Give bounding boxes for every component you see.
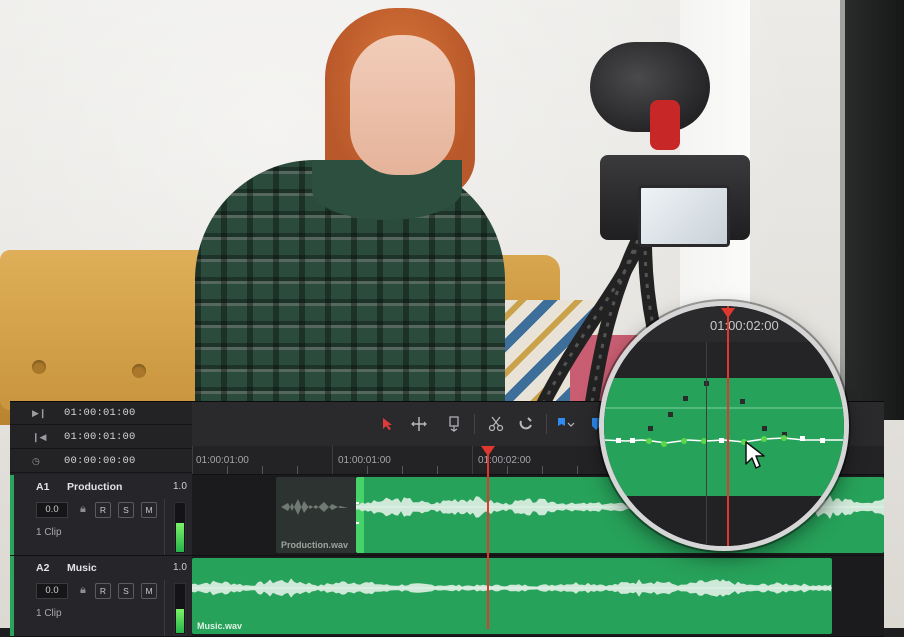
- next-clip-icon[interactable]: ▶❙: [32, 408, 50, 419]
- mute-button[interactable]: M: [141, 502, 157, 518]
- playhead[interactable]: [487, 446, 489, 629]
- window-shadow: [845, 0, 904, 420]
- ruler-label: 01:00:01:00: [338, 455, 391, 466]
- audio-level-meter: [174, 502, 186, 554]
- person-face: [350, 35, 455, 175]
- meter-fill: [176, 523, 184, 552]
- track-id: A2: [36, 562, 50, 574]
- lock-icon[interactable]: 🔒︎: [80, 503, 86, 516]
- clip-count: 1 Clip: [36, 527, 62, 538]
- trim-bracket-icon[interactable]: [356, 501, 362, 525]
- track-header-a2[interactable]: A2 Music 1.0 0.0 🔒︎ R S M 1 Clip: [10, 556, 192, 637]
- trim-icon[interactable]: [407, 412, 431, 436]
- ruler-label: 01:00:01:00: [196, 455, 249, 466]
- clock-icon[interactable]: ◷: [32, 456, 50, 467]
- meter-fill: [176, 609, 184, 633]
- ruler-minor-tick: [507, 466, 508, 474]
- magnified-track-gap: [604, 342, 844, 378]
- ruler-major-tick: [332, 446, 333, 474]
- mouse-pointer-icon: [745, 441, 765, 469]
- header-divider: [164, 499, 165, 555]
- timecode-row: ▶❙ 01:00:01:00: [10, 402, 192, 425]
- timecode-row: ❙◀ 01:00:01:00: [10, 426, 192, 449]
- timecode-value: 00:00:00:00: [64, 455, 136, 467]
- track-color-indicator: [10, 475, 14, 555]
- timecode-row: ◷ 00:00:00:00: [10, 450, 192, 473]
- track-color-indicator: [10, 556, 14, 636]
- track-name[interactable]: Production: [67, 481, 122, 493]
- track-volume: 1.0: [173, 562, 187, 573]
- ruler-minor-tick: [437, 466, 438, 474]
- audio-clip-music[interactable]: Music.wav: [192, 558, 832, 634]
- record-arm-button[interactable]: R: [95, 502, 111, 518]
- blade-insert-icon[interactable]: [442, 412, 466, 436]
- flag-icon[interactable]: [554, 412, 578, 436]
- camera-screen: [638, 185, 730, 247]
- sofa-button: [132, 364, 146, 378]
- ruler-minor-tick: [262, 466, 263, 474]
- clip-count: 1 Clip: [36, 608, 62, 619]
- track-level-field[interactable]: 0.0: [36, 583, 68, 599]
- zoom-magnifier: 01:00:02:00: [604, 306, 844, 546]
- keyframe-curve[interactable]: [604, 378, 844, 496]
- clip-name: Production.wav: [281, 540, 349, 550]
- mute-button[interactable]: M: [141, 583, 157, 599]
- track-name[interactable]: Music: [67, 562, 97, 574]
- track-lane-a2[interactable]: Music.wav: [192, 556, 884, 637]
- solo-button[interactable]: S: [118, 502, 134, 518]
- ruler-minor-tick: [297, 466, 298, 474]
- toolbar-divider: [474, 414, 475, 434]
- solo-button[interactable]: S: [118, 583, 134, 599]
- previous-clip-icon[interactable]: ❙◀: [32, 432, 50, 443]
- ruler-minor-tick: [542, 466, 543, 474]
- track-header-a1[interactable]: A1 Production 1.0 0.0 🔒︎ R S M 1 Clip: [10, 475, 192, 556]
- ruler-major-tick: [192, 446, 193, 474]
- music-waveform: [192, 578, 832, 598]
- selection-arrow-icon[interactable]: [376, 412, 400, 436]
- playhead-handle[interactable]: [481, 446, 495, 456]
- magnified-clip[interactable]: [604, 378, 844, 496]
- track-level-field[interactable]: 0.0: [36, 502, 68, 518]
- magnified-playhead-handle: [721, 308, 735, 318]
- ruler-minor-tick: [367, 466, 368, 474]
- sofa-button: [32, 360, 46, 374]
- ruler-minor-tick: [402, 466, 403, 474]
- track-volume: 1.0: [173, 481, 187, 492]
- magnified-timecode: 01:00:02:00: [710, 318, 779, 333]
- trimmed-clip-region[interactable]: Production.wav: [276, 477, 356, 553]
- snapping-magnet-icon[interactable]: [514, 412, 538, 436]
- razor-icon[interactable]: [484, 412, 508, 436]
- audio-level-meter: [174, 583, 186, 635]
- magnified-playhead: [727, 306, 729, 546]
- lock-icon[interactable]: 🔒︎: [80, 584, 86, 597]
- ruler-minor-tick: [577, 466, 578, 474]
- clip-name: Music.wav: [197, 621, 243, 631]
- magnified-edit-line: [706, 342, 707, 546]
- timecode-value: 01:00:01:00: [64, 431, 136, 443]
- toolbar-divider: [546, 414, 547, 434]
- ruler-label: 01:00:02:00: [478, 455, 531, 466]
- microphone-mount: [650, 100, 680, 150]
- track-id: A1: [36, 481, 50, 493]
- timecode-value: 01:00:01:00: [64, 407, 136, 419]
- magnified-lower-track: [604, 496, 844, 546]
- record-arm-button[interactable]: R: [95, 583, 111, 599]
- ruler-minor-tick: [227, 466, 228, 474]
- ruler-major-tick: [472, 446, 473, 474]
